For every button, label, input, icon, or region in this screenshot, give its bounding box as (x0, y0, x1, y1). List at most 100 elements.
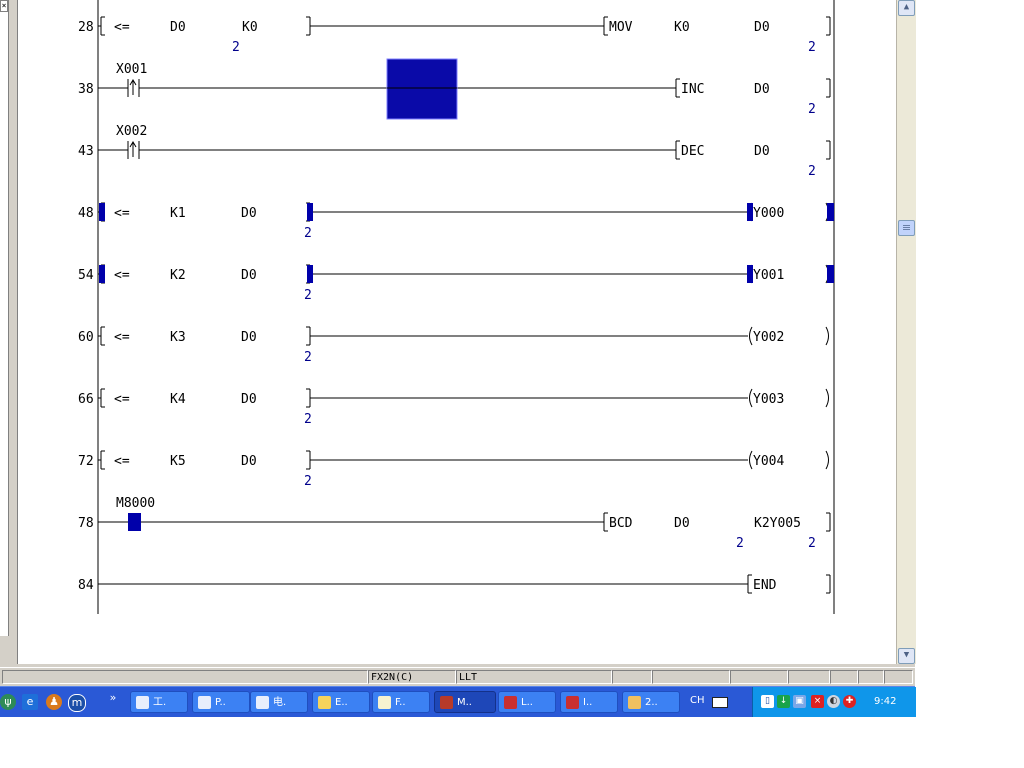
selection-marker[interactable] (307, 203, 313, 221)
device-comment: 2 (808, 164, 816, 179)
selection-marker[interactable] (747, 265, 753, 283)
language-indicator[interactable]: CH (690, 695, 705, 706)
coil-paren-right (825, 450, 829, 470)
taskbar: ψ e ♟ m » 工. P.. 电. E.. F.. M.. L.. I.. 2.. CH ▯… (0, 686, 916, 717)
status-plc-type: FX2N(C) (368, 670, 456, 684)
vertical-scrollbar[interactable]: ▲ ▼ (896, 0, 916, 664)
tray-disconnected-icon[interactable]: × (811, 695, 824, 708)
close-icon[interactable]: × (0, 0, 8, 12)
taskbar-button[interactable]: P.. (192, 691, 250, 713)
tray-arrow-icon[interactable]: ↓ (777, 695, 790, 708)
selection-marker[interactable] (99, 265, 105, 283)
instruction-operand: D0 (754, 144, 770, 159)
taskbar-button-label: L.. (521, 697, 533, 708)
app-m-icon[interactable]: m (68, 694, 86, 712)
compare-operand: D0 (241, 330, 257, 345)
selection-marker[interactable] (827, 203, 834, 221)
step-number: 72 (78, 454, 94, 469)
scroll-up-icon[interactable]: ▲ (898, 0, 915, 16)
device-comment: 2 (304, 226, 312, 241)
compare-operand: D0 (241, 268, 257, 283)
word-icon (136, 696, 149, 709)
taskbar-button-label: I.. (583, 697, 593, 708)
step-number: 66 (78, 392, 94, 407)
compare-operand: <= (114, 454, 130, 469)
status-panel (730, 670, 788, 684)
device-comment: 2 (736, 536, 744, 551)
taskbar-button-label: M.. (457, 697, 472, 708)
compare-operand: <= (114, 206, 130, 221)
step-number: 28 (78, 20, 94, 35)
step-number: 38 (78, 82, 94, 97)
keyboard-icon[interactable] (712, 697, 728, 708)
clock: 9:42 (874, 696, 897, 707)
selection-marker[interactable] (307, 265, 313, 283)
status-panel (830, 670, 858, 684)
selection-marker[interactable] (99, 203, 105, 221)
project-tree-panel[interactable] (0, 0, 9, 636)
device-comment: 2 (304, 412, 312, 427)
compare-operand: K3 (170, 330, 186, 345)
coil-paren-left (749, 450, 753, 470)
taskbar-button[interactable]: E.. (312, 691, 370, 713)
status-bar: FX2N(C) LLT (0, 667, 915, 687)
step-number: 84 (78, 578, 94, 593)
tray-volume-icon[interactable]: ◐ (827, 695, 840, 708)
ie-icon[interactable]: e (22, 694, 38, 710)
status-panel-message (2, 670, 368, 684)
step-number: 43 (78, 144, 94, 159)
device-comment: 2 (808, 102, 816, 117)
taskbar-button[interactable]: F.. (372, 691, 430, 713)
messenger-icon[interactable]: ♟ (46, 694, 62, 710)
device-comment: 2 (304, 474, 312, 489)
project-panel-strip: × (0, 0, 18, 664)
output-coil: Y004 (753, 454, 784, 469)
compare-operand: K5 (170, 454, 186, 469)
pencil-icon (378, 696, 391, 709)
taskbar-button[interactable]: M.. (434, 691, 496, 713)
quicklaunch-chevron-icon[interactable]: » (106, 690, 120, 706)
scroll-down-icon[interactable]: ▼ (898, 648, 915, 664)
taskbar-button-label: 2.. (645, 697, 658, 708)
tray-doc-icon[interactable]: ▯ (761, 695, 774, 708)
contact-label: X002 (116, 124, 147, 139)
instruction: MOV (609, 20, 633, 35)
output-coil: Y000 (753, 206, 784, 221)
device-comment: 2 (808, 536, 816, 551)
taskbar-button[interactable]: 工. (130, 691, 188, 713)
ladder-diagram[interactable]: 28 <= D0 K02MOV K0 D0238X001INC D0243X002DEC D0… (18, 0, 896, 664)
taskbar-button-label: F.. (395, 697, 406, 708)
status-mode: LLT (456, 670, 612, 684)
gx-developer-window: × 28 <= D0 K0 2 MOV K0 D0 2 38 X001 INC D0 2 43 X002 DEC… (0, 0, 916, 687)
taskbar-button[interactable]: I.. (560, 691, 618, 713)
quicklaunch-app-icon[interactable]: ψ (0, 694, 16, 710)
compare-operand: K4 (170, 392, 186, 407)
instruction-operand: K2Y005 (754, 516, 801, 531)
tray-security-icon[interactable]: ✚ (843, 695, 856, 708)
selection-marker[interactable] (747, 203, 753, 221)
coil-paren-right (825, 326, 829, 346)
ladder-editor[interactable]: 28 <= D0 K0 2 MOV K0 D0 2 38 X001 INC D0 2 43 X002 DEC D0… (18, 0, 896, 664)
device-comment: 2 (232, 40, 240, 55)
taskbar-button[interactable]: 2.. (622, 691, 680, 713)
taskbar-button-label: 工. (153, 697, 167, 708)
instruction-operand: K0 (674, 20, 690, 35)
step-number: 78 (78, 516, 94, 531)
instruction: INC (681, 82, 704, 97)
selected-cell-cursor[interactable] (386, 58, 458, 120)
step-number: 48 (78, 206, 94, 221)
taskbar-button[interactable]: 电. (250, 691, 308, 713)
status-panel (884, 670, 913, 684)
tray-network-icon[interactable]: ▣ (793, 695, 806, 708)
scroll-thumb[interactable] (898, 220, 915, 236)
status-panel (858, 670, 884, 684)
coil-paren-right (825, 388, 829, 408)
cursor-highlight[interactable] (128, 513, 141, 531)
gx-developer-icon (440, 696, 453, 709)
compare-operand: <= (114, 20, 130, 35)
instruction: DEC (681, 144, 704, 159)
device-comment: 2 (304, 350, 312, 365)
selection-marker[interactable] (827, 265, 834, 283)
taskbar-button[interactable]: L.. (498, 691, 556, 713)
compare-operand: <= (114, 392, 130, 407)
